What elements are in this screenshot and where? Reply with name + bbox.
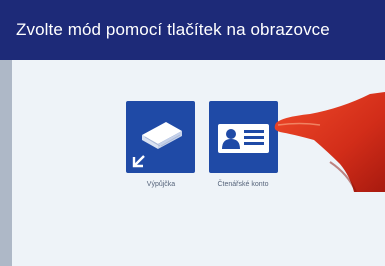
kiosk-screen: Zvolte mód pomocí tlačítek na obrazovce … xyxy=(0,0,385,266)
pointing-hand xyxy=(274,92,385,192)
arrow-icon xyxy=(132,155,145,168)
header-bar: Zvolte mód pomocí tlačítek na obrazovce xyxy=(0,0,385,60)
loan-button[interactable] xyxy=(126,101,195,173)
reader-account-button[interactable] xyxy=(209,101,278,173)
loan-label: Výpůjčka xyxy=(146,181,176,188)
page-title: Zvolte mód pomocí tlačítek na obrazovce xyxy=(16,20,330,39)
id-card-icon xyxy=(218,124,269,153)
